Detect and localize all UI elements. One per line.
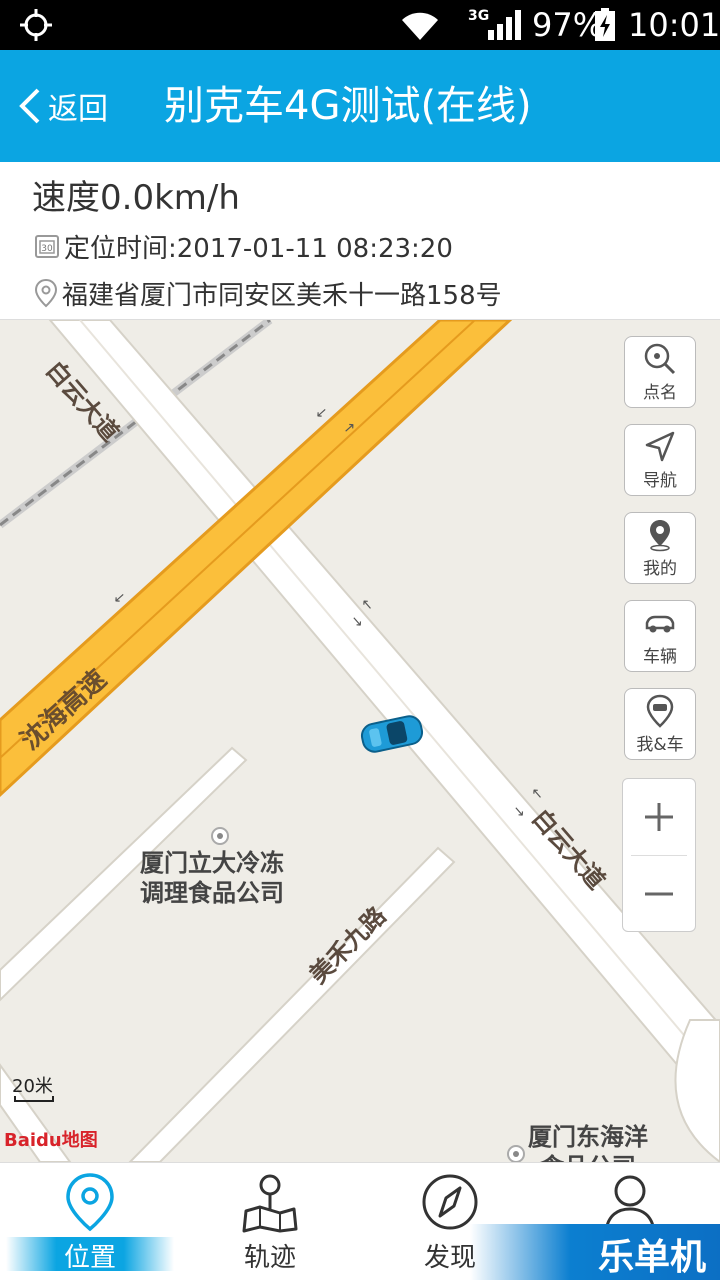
calendar-day: 30 [41, 244, 53, 254]
navigation-label: 导航 [643, 470, 677, 491]
tab-track[interactable]: 轨迹 [180, 1163, 360, 1281]
calendar-icon: 30 [35, 235, 59, 258]
minus-icon [645, 892, 673, 896]
navigation-button[interactable]: 导航 [624, 424, 696, 496]
vehicle-button[interactable]: 车辆 [624, 600, 696, 672]
poi-search-label: 点名 [643, 382, 677, 403]
address-text: 福建省厦门市同安区美禾十一路158号 [62, 280, 502, 311]
my-location-label: 我的 [643, 558, 677, 579]
map-scale-bar [14, 1096, 54, 1102]
navigation-arrow-icon [645, 431, 675, 461]
poi-label-east-ocean[interactable]: 厦门东海洋 食品公司 [528, 1122, 648, 1162]
wifi-icon [402, 12, 438, 40]
location-time: 定位时间:2017-01-11 08:23:20 [64, 233, 453, 264]
map-roads: ← → ← → ← → ← [0, 320, 720, 1162]
battery-percent: 97% [532, 6, 604, 44]
battery-charging-icon [595, 8, 615, 41]
header: 返回 别克车4G测试(在线) [0, 50, 720, 162]
gps-icon [20, 9, 52, 41]
search-location-icon [644, 343, 676, 374]
signal-icon [488, 10, 521, 40]
tab-location[interactable]: 位置 [0, 1163, 180, 1281]
zoom-control [622, 778, 696, 932]
chevron-left-icon [19, 88, 40, 124]
map-view[interactable]: ← → ← → ← → ← 白云大道 白云大道 沈海高速 美禾九路 厦门立大冷冻… [0, 320, 720, 1162]
zoom-out-button[interactable] [623, 856, 695, 932]
location-pin-icon [650, 519, 670, 551]
location-pin-icon [66, 1173, 114, 1232]
location-time-row: 30 定位时间:2017-01-11 08:23:20 [34, 228, 453, 264]
tab-track-label: 轨迹 [243, 1243, 296, 1273]
vehicle-info-panel: 速度0.0km/h 30 定位时间:2017-01-11 08:23:20 福建… [0, 162, 720, 320]
address-row: 福建省厦门市同安区美禾十一路158号 [34, 274, 502, 312]
me-and-car-label: 我&车 [636, 734, 684, 755]
poi-label-cold-food[interactable]: 厦门立大冷冻 调理食品公司 [140, 848, 284, 908]
page-title: 别克车4G测试(在线) [164, 83, 532, 129]
pin-car-icon [646, 694, 674, 728]
poi-search-button[interactable]: 点名 [624, 336, 696, 408]
tab-location-label: 位置 [63, 1243, 116, 1273]
svg-text:←: ← [527, 784, 547, 803]
back-button[interactable]: 返回 [16, 80, 108, 132]
speed-text: 速度0.0km/h [32, 178, 240, 218]
clock: 10:01 [628, 6, 720, 44]
back-label: 返回 [48, 92, 108, 127]
watermark: 乐单机 [470, 1224, 720, 1280]
map-scale-label: 20米 [12, 1076, 53, 1097]
track-map-icon [242, 1174, 298, 1233]
car-icon [645, 615, 675, 632]
baidu-map-logo: Baidu地图 [4, 1130, 98, 1151]
location-pin-outline-icon [34, 278, 58, 308]
watermark-text: 乐单机 [597, 1237, 706, 1278]
status-bar: 3G 97% 10:01 [0, 0, 720, 50]
vehicle-label: 车辆 [643, 646, 677, 667]
me-and-car-button[interactable]: 我&车 [624, 688, 696, 760]
my-location-button[interactable]: 我的 [624, 512, 696, 584]
plus-icon [645, 803, 673, 831]
zoom-in-button[interactable] [623, 779, 695, 855]
